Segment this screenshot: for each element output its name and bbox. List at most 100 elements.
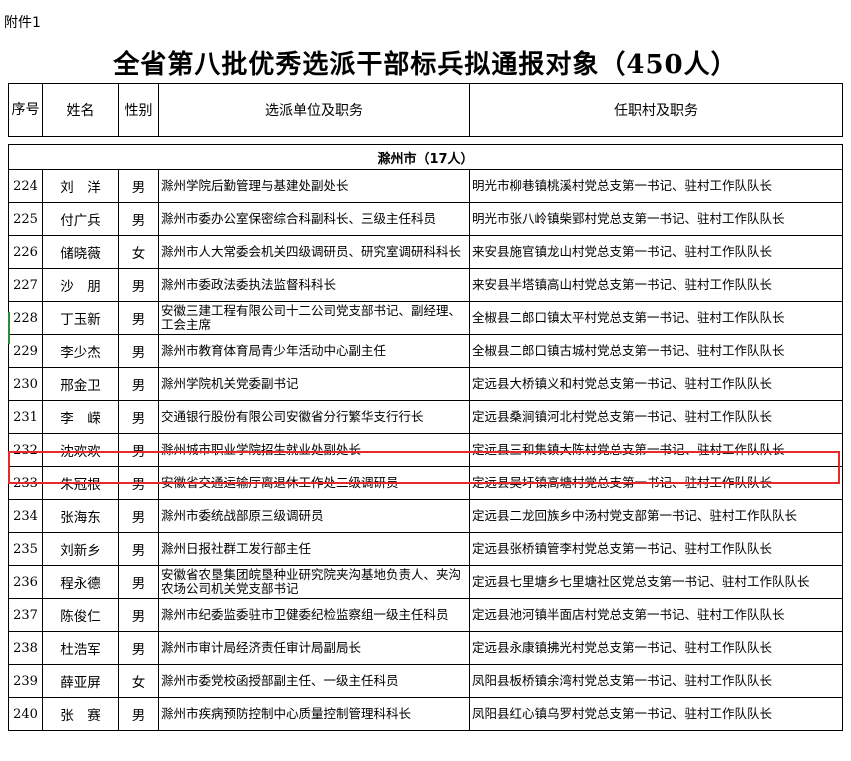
row-name[interactable]: 刘 洋 [42, 169, 119, 203]
row-number[interactable]: 224 [8, 169, 43, 203]
row-gender[interactable]: 男 [118, 631, 159, 665]
row-village[interactable]: 来安县施官镇龙山村党总支第一书记、驻村工作队队长 [469, 235, 843, 269]
row-unit[interactable]: 安徽三建工程有限公司十二公司党支部书记、副经理、工会主席 [158, 301, 470, 335]
row-unit[interactable]: 滁州市委政法委执法监督科科长 [158, 268, 470, 302]
table-row[interactable]: 235 刘新乡男滁州日报社群工发行部主任 定远县张桥镇管李村党总支第一书记、驻村工作… [8, 532, 843, 566]
table-row[interactable]: 225 付广兵男滁州市委办公室保密综合科副科长、三级主任科员 明光市张八岭镇柴郢村党… [8, 202, 843, 236]
row-number[interactable]: 227 [8, 268, 43, 302]
row-name[interactable]: 程永德 [42, 565, 119, 599]
row-unit[interactable]: 滁州市审计局经济责任审计局副局长 [158, 631, 470, 665]
table-row[interactable]: 239 薛亚屏女滁州市委党校函授部副主任、一级主任科员 凤阳县板桥镇余湾村党总支第一… [8, 664, 843, 698]
row-unit[interactable]: 滁州城市职业学院招生就业处副处长 [158, 433, 470, 467]
row-name[interactable]: 薛亚屏 [42, 664, 119, 698]
row-gender[interactable]: 男 [118, 268, 159, 302]
row-village[interactable]: 全椒县二郎口镇古城村党总支第一书记、驻村工作队队长 [469, 334, 843, 368]
row-gender[interactable]: 男 [118, 334, 159, 368]
table-row[interactable]: 226 储晓薇女滁州市人大常委会机关四级调研员、研究室调研科科长 来安县施官镇龙山村… [8, 235, 843, 269]
row-gender[interactable]: 男 [118, 202, 159, 236]
row-village[interactable]: 定远县池河镇半面店村党总支第一书记、驻村工作队队长 [469, 598, 843, 632]
row-village[interactable]: 定远县二龙回族乡中汤村党支部第一书记、驻村工作队队长 [469, 499, 843, 533]
row-number[interactable]: 237 [8, 598, 43, 632]
row-unit[interactable]: 滁州学院机关党委副书记 [158, 367, 470, 401]
row-gender[interactable]: 女 [118, 235, 159, 269]
row-number[interactable]: 235 [8, 532, 43, 566]
table-row[interactable]: 224 刘 洋男滁州学院后勤管理与基建处副处长 明光市柳巷镇桃溪村党总支第一书记、驻… [8, 169, 843, 203]
row-gender[interactable]: 男 [118, 169, 159, 203]
table-row[interactable]: 234 张海东男滁州市委统战部原三级调研员 定远县二龙回族乡中汤村党支部第一书记、驻… [8, 499, 843, 533]
row-number[interactable]: 225 [8, 202, 43, 236]
row-name[interactable]: 刘新乡 [42, 532, 119, 566]
row-village[interactable]: 定远县三和集镇大陈村党总支第一书记、驻村工作队队长 [469, 433, 843, 467]
row-village[interactable]: 定远县永康镇拂光村党总支第一书记、驻村工作队队长 [469, 631, 843, 665]
table-row[interactable]: 227 沙 朋男滁州市委政法委执法监督科科长 来安县半塔镇高山村党总支第一书记、驻村… [8, 268, 843, 302]
row-name[interactable]: 沈欢欢 [42, 433, 119, 467]
table-row[interactable]: 228 丁玉新男安徽三建工程有限公司十二公司党支部书记、副经理、工会主席 全椒县二郎… [8, 301, 843, 335]
row-name[interactable]: 邢金卫 [42, 367, 119, 401]
row-gender[interactable]: 男 [118, 433, 159, 467]
row-number[interactable]: 229 [8, 334, 43, 368]
row-name[interactable]: 付广兵 [42, 202, 119, 236]
row-gender[interactable]: 女 [118, 664, 159, 698]
row-number[interactable]: 236 [8, 565, 43, 599]
row-unit[interactable]: 滁州市纪委监委驻市卫健委纪检监察组一级主任科员 [158, 598, 470, 632]
row-gender[interactable]: 男 [118, 565, 159, 599]
row-unit[interactable]: 交通银行股份有限公司安徽省分行繁华支行行长 [158, 400, 470, 434]
row-gender[interactable]: 男 [118, 400, 159, 434]
table-row[interactable]: 238 杜浩军男滁州市审计局经济责任审计局副局长 定远县永康镇拂光村党总支第一书记、… [8, 631, 843, 665]
row-gender[interactable]: 男 [118, 697, 159, 731]
row-village[interactable]: 定远县桑涧镇河北村党总支第一书记、驻村工作队队长 [469, 400, 843, 434]
row-village[interactable]: 凤阳县红心镇乌罗村党总支第一书记、驻村工作队队长 [469, 697, 843, 731]
row-village[interactable]: 凤阳县板桥镇余湾村党总支第一书记、驻村工作队队长 [469, 664, 843, 698]
table-row[interactable]: 240 张 赛男滁州市疾病预防控制中心质量控制管理科科长 凤阳县红心镇乌罗村党总支第… [8, 697, 843, 731]
row-name[interactable]: 李 嵘 [42, 400, 119, 434]
table-row[interactable]: 231 李 嵘男交通银行股份有限公司安徽省分行繁华支行行长 定远县桑涧镇河北村党总支… [8, 400, 843, 434]
row-unit[interactable]: 滁州市委党校函授部副主任、一级主任科员 [158, 664, 470, 698]
row-unit[interactable]: 滁州学院后勤管理与基建处副处长 [158, 169, 470, 203]
row-gender[interactable]: 男 [118, 499, 159, 533]
row-unit[interactable]: 滁州市疾病预防控制中心质量控制管理科科长 [158, 697, 470, 731]
row-number[interactable]: 232 [8, 433, 43, 467]
row-name[interactable]: 朱冠根 [42, 466, 119, 500]
row-village[interactable]: 来安县半塔镇高山村党总支第一书记、驻村工作队队长 [469, 268, 843, 302]
row-name[interactable]: 陈俊仁 [42, 598, 119, 632]
row-number[interactable]: 238 [8, 631, 43, 665]
row-gender[interactable]: 男 [118, 466, 159, 500]
row-village[interactable]: 定远县大桥镇义和村党总支第一书记、驻村工作队队长 [469, 367, 843, 401]
table-row[interactable]: 230 邢金卫男滁州学院机关党委副书记 定远县大桥镇义和村党总支第一书记、驻村工作队… [8, 367, 843, 401]
table-row[interactable]: 232 沈欢欢男滁州城市职业学院招生就业处副处长 定远县三和集镇大陈村党总支第一书记… [8, 433, 843, 467]
row-number[interactable]: 231 [8, 400, 43, 434]
row-gender[interactable]: 男 [118, 532, 159, 566]
row-unit[interactable]: 滁州市委办公室保密综合科副科长、三级主任科员 [158, 202, 470, 236]
row-village[interactable]: 定远县张桥镇管李村党总支第一书记、驻村工作队队长 [469, 532, 843, 566]
table-row[interactable]: 236 程永德男安徽省农垦集团皖垦种业研究院夹沟基地负责人、夹沟农场公司机关党支部… [8, 565, 843, 599]
row-gender[interactable]: 男 [118, 598, 159, 632]
row-name[interactable]: 杜浩军 [42, 631, 119, 665]
row-village[interactable]: 全椒县二郎口镇太平村党总支第一书记、驻村工作队队长 [469, 301, 843, 335]
row-number[interactable]: 239 [8, 664, 43, 698]
row-village[interactable]: 定远县吴圩镇高塘村党总支第一书记、驻村工作队队长 [469, 466, 843, 500]
row-name[interactable]: 李少杰 [42, 334, 119, 368]
table-row[interactable]: 237 陈俊仁男滁州市纪委监委驻市卫健委纪检监察组一级主任科员 定远县池河镇半面店村… [8, 598, 843, 632]
row-number[interactable]: 233 [8, 466, 43, 500]
row-number[interactable]: 228 [8, 301, 43, 335]
row-name[interactable]: 丁玉新 [42, 301, 119, 335]
row-number[interactable]: 226 [8, 235, 43, 269]
row-village[interactable]: 定远县七里塘乡七里塘社区党总支第一书记、驻村工作队队长 [469, 565, 843, 599]
row-unit[interactable]: 安徽省农垦集团皖垦种业研究院夹沟基地负责人、夹沟农场公司机关党支部书记 [158, 565, 470, 599]
table-row[interactable]: 233 朱冠根男安徽省交通运输厅离退休工作处二级调研员 定远县吴圩镇高塘村党总支第一… [8, 466, 843, 500]
row-number[interactable]: 240 [8, 697, 43, 731]
table-row[interactable]: 229 李少杰男滁州市教育体育局青少年活动中心副主任 全椒县二郎口镇古城村党总支第一… [8, 334, 843, 368]
row-unit[interactable]: 安徽省交通运输厅离退休工作处二级调研员 [158, 466, 470, 500]
row-number[interactable]: 234 [8, 499, 43, 533]
row-village[interactable]: 明光市柳巷镇桃溪村党总支第一书记、驻村工作队队长 [469, 169, 843, 203]
row-gender[interactable]: 男 [118, 301, 159, 335]
row-unit[interactable]: 滁州市委统战部原三级调研员 [158, 499, 470, 533]
row-name[interactable]: 储晓薇 [42, 235, 119, 269]
row-name[interactable]: 张海东 [42, 499, 119, 533]
row-number[interactable]: 230 [8, 367, 43, 401]
row-gender[interactable]: 男 [118, 367, 159, 401]
row-unit[interactable]: 滁州日报社群工发行部主任 [158, 532, 470, 566]
row-name[interactable]: 张 赛 [42, 697, 119, 731]
row-village[interactable]: 明光市张八岭镇柴郢村党总支第一书记、驻村工作队队长 [469, 202, 843, 236]
row-unit[interactable]: 滁州市人大常委会机关四级调研员、研究室调研科科长 [158, 235, 470, 269]
